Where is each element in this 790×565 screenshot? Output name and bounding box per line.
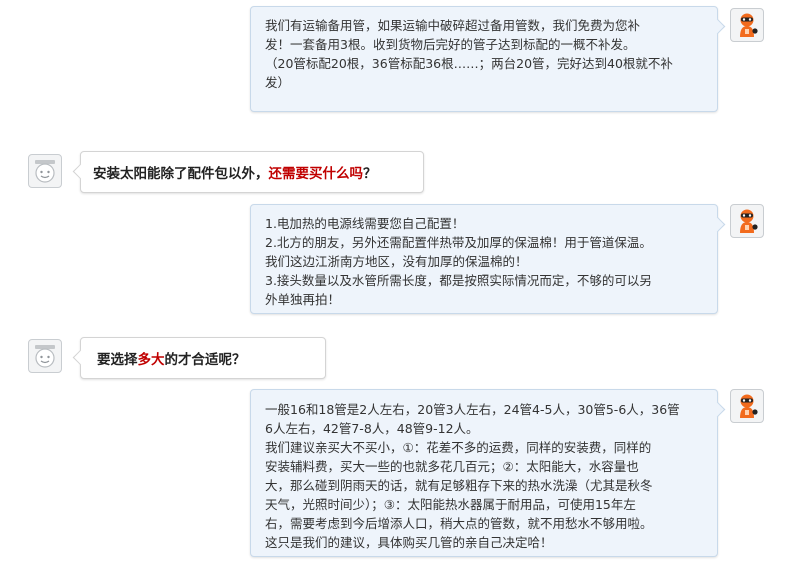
gray-face-icon <box>35 345 55 368</box>
bubble-tail <box>709 18 726 35</box>
message-line: 天气，光照时间少）；③：太阳能热水器属于耐用品，可使用15年左 <box>265 497 636 512</box>
message-line: 发！一套备用3根。收到货物后完好的管子达到标配的一概不补发。 <box>265 37 636 52</box>
question-text-end: 的才合适呢？ <box>164 352 246 368</box>
message-line: 2.北方的朋友，另外还需配置伴热带及加厚的保温棉！用于管道保温。 <box>265 235 652 250</box>
message-line: 我们有运输备用管，如果运输中破碎超过备用管数，我们免费为您补 <box>265 18 641 33</box>
message-line: 6人左右，42管7-8人，48管9-12人。 <box>265 421 479 436</box>
bubble-tail <box>72 349 89 366</box>
seller-avatar[interactable] <box>730 8 764 42</box>
buyer-avatar[interactable] <box>28 154 62 188</box>
message-line: 我们这边江浙南方地区，没有加厚的保温棉的！ <box>265 254 528 269</box>
message-line: 一般16和18管是2人左右，20管3人左右，24管4-5人，30管5-6人，36… <box>265 402 680 417</box>
chat-bubble: 我们有运输备用管，如果运输中破碎超过备用管数，我们免费为您补 发！一套备用3根。… <box>250 6 726 112</box>
buyer-avatar[interactable] <box>28 339 62 373</box>
orange-mascot-icon <box>740 13 758 37</box>
message-line: （20管标配20根，36管标配36根……；两台20管，完好达到40根就不补 <box>265 56 673 71</box>
chat-bubble: 要选择 多大 的才合适呢？ <box>72 337 326 379</box>
bubble-tail <box>72 163 89 180</box>
message-line: 外单独再拍！ <box>265 292 341 307</box>
bubble-tail <box>709 216 726 233</box>
orange-mascot-icon <box>740 394 758 418</box>
message-line: 大，那么碰到阴雨天的话，就有足够粗存下来的热水洗澡（尤其是秋冬 <box>265 478 653 493</box>
question-text: 要选择 <box>97 352 138 368</box>
question-text-end: ？ <box>363 166 377 182</box>
seller-avatar[interactable] <box>730 389 764 423</box>
chat-bubble: 一般16和18管是2人左右，20管3人左右，24管4-5人，30管5-6人，36… <box>250 389 726 557</box>
message-line: 发） <box>265 75 291 90</box>
message-line: 1.电加热的电源线需要您自己配置！ <box>265 216 465 231</box>
message-line: 我们建议亲买大不买小，①：花差不多的运费，同样的安装费，同样的 <box>265 440 652 455</box>
chat-bubble: 1.电加热的电源线需要您自己配置！ 2.北方的朋友，另外还需配置伴热带及加厚的保… <box>250 204 726 314</box>
question-text: 安装太阳能除了配件包以外， <box>93 166 269 182</box>
chat-bubble: 安装太阳能除了配件包以外， 还需要买什么吗？ <box>72 151 424 193</box>
question-highlight: 多大 <box>137 352 165 368</box>
seller-avatar[interactable] <box>730 204 764 238</box>
question-highlight: 还需要买什么吗 <box>268 166 364 182</box>
orange-mascot-icon <box>740 209 758 233</box>
message-line: 右，需要考虑到今后增添人口，稍大点的管数，就不用愁水不够用啦。 <box>265 516 653 531</box>
message-line: 3.接头数量以及水管所需长度，都是按照实际情况而定，不够的可以另 <box>265 273 652 288</box>
message-line: 这只是我们的建议，具体购买几管的亲自己决定哈！ <box>265 535 553 550</box>
message-line: 安装辅料费，买大一些的也就多花几百元；②：太阳能大，水容量也 <box>265 459 639 474</box>
bubble-tail <box>709 401 726 418</box>
gray-face-icon <box>35 160 55 183</box>
